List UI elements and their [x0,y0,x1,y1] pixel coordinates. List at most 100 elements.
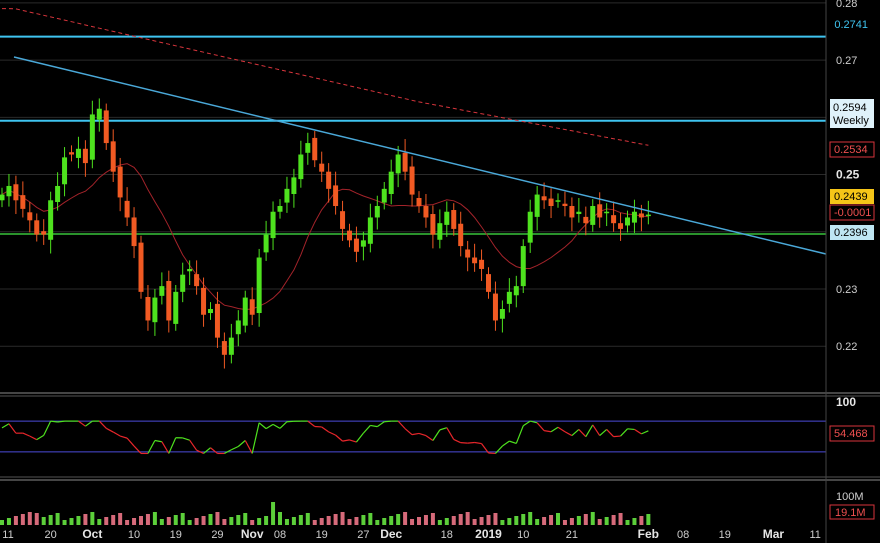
volume-bar [166,517,171,525]
rsi-segment [370,424,378,428]
candle-body [451,210,457,229]
ma-label: 0.2534 [829,141,875,158]
volume-bar [576,516,581,525]
volume-bar [472,519,477,525]
rsi-segment [272,423,281,429]
price-tick-4: 0.22 [836,341,857,353]
candle-body [55,185,61,203]
volume-bar [243,513,248,525]
rsi-segment [1,423,10,429]
volume-bar [125,520,130,525]
rsi-segment [349,439,357,443]
volume-bar [319,518,324,525]
volume-bar [305,513,310,525]
candle-body [284,188,290,203]
volume-bar [264,516,269,525]
rsi-segment [22,432,31,437]
volume-bar [396,514,401,525]
candle-body [506,291,512,304]
volume-bar [514,516,519,525]
volume-bar [493,513,498,525]
rsi-segment [606,429,615,438]
candle-body [423,206,429,218]
rsi-segment [425,435,434,441]
volume-bar [535,519,540,525]
rsi-value: 54.468 [834,428,868,440]
volume-bar [451,516,456,525]
rsi-segment [592,424,601,436]
volume-bar [139,516,143,525]
candle-body [235,320,241,335]
rsi-segment [279,421,288,429]
volume-bar [312,520,317,525]
candle-body [27,212,33,221]
volume-value-label: 19.1M [829,504,875,520]
weekly-text: Weekly [833,115,869,127]
volume-bar [569,518,574,525]
candle-body [96,108,102,120]
candle-body [499,309,505,319]
candle-body [534,194,540,217]
volume-bar [111,515,116,525]
volume-bar [549,515,554,525]
support-label: 0.2396 [830,225,874,240]
rsi-segment [411,432,420,436]
candle-body [138,242,144,292]
candle-body [131,217,137,247]
candle-body [569,206,575,218]
candle-body [618,223,624,229]
date-tick-8: 19 [316,529,328,541]
weekly-label: 0.2594 Weekly [830,99,874,128]
volume-bar [597,519,602,525]
volume-bar [639,516,644,525]
volume-bar [542,517,547,525]
candle-body [645,214,651,217]
price-chart[interactable]: 11 20 Oct 10 19 29 Nov 08 19 27 Dec 18 2019 10 21 Feb 08… [0,0,880,543]
rsi-segment [376,421,385,428]
candle-body [430,214,436,235]
candle-body [576,211,582,215]
volume-bar [562,520,567,525]
rsi-segment [210,447,218,454]
rsi-segment [474,441,482,445]
rsi-segment [355,432,364,443]
price-tick-3: 0.23 [836,284,857,296]
rsi-segment [8,423,17,434]
volume-bar [486,515,491,525]
volume-bar [97,519,102,525]
volume-bar [180,513,185,525]
rsi-panel [0,420,826,455]
volume-bar [62,520,67,525]
rsi-segment [522,420,531,427]
candle-body [388,171,394,194]
volume-bar [465,512,470,525]
candle-body [277,206,283,212]
volume-bar [222,519,227,525]
volume-bar [361,515,366,525]
volume-bar [278,512,282,525]
date-tick-11: 18 [441,529,453,541]
volume-bar [417,517,421,525]
candle-body [145,297,151,321]
candlestick-plot[interactable] [0,8,827,369]
rsi-segment [231,445,239,451]
candle-body [221,341,227,355]
volume-bar [187,520,192,525]
candle-body [520,246,526,287]
volume-bar [410,519,415,525]
rsi-segment [599,428,608,437]
candle-body [527,211,533,243]
rsi-segment [550,426,559,433]
candle-body [326,171,332,189]
candle-body [340,211,346,229]
ma-value: 0.2534 [834,144,868,156]
candle-body [465,249,471,258]
candle-body [187,268,193,272]
candle-body [201,287,207,315]
candle-body [611,215,617,224]
candle-body [117,166,123,198]
volume-bar [41,517,46,525]
support-value: 0.2396 [834,227,868,239]
candle-body [41,231,47,235]
rsi-segment [585,424,594,437]
